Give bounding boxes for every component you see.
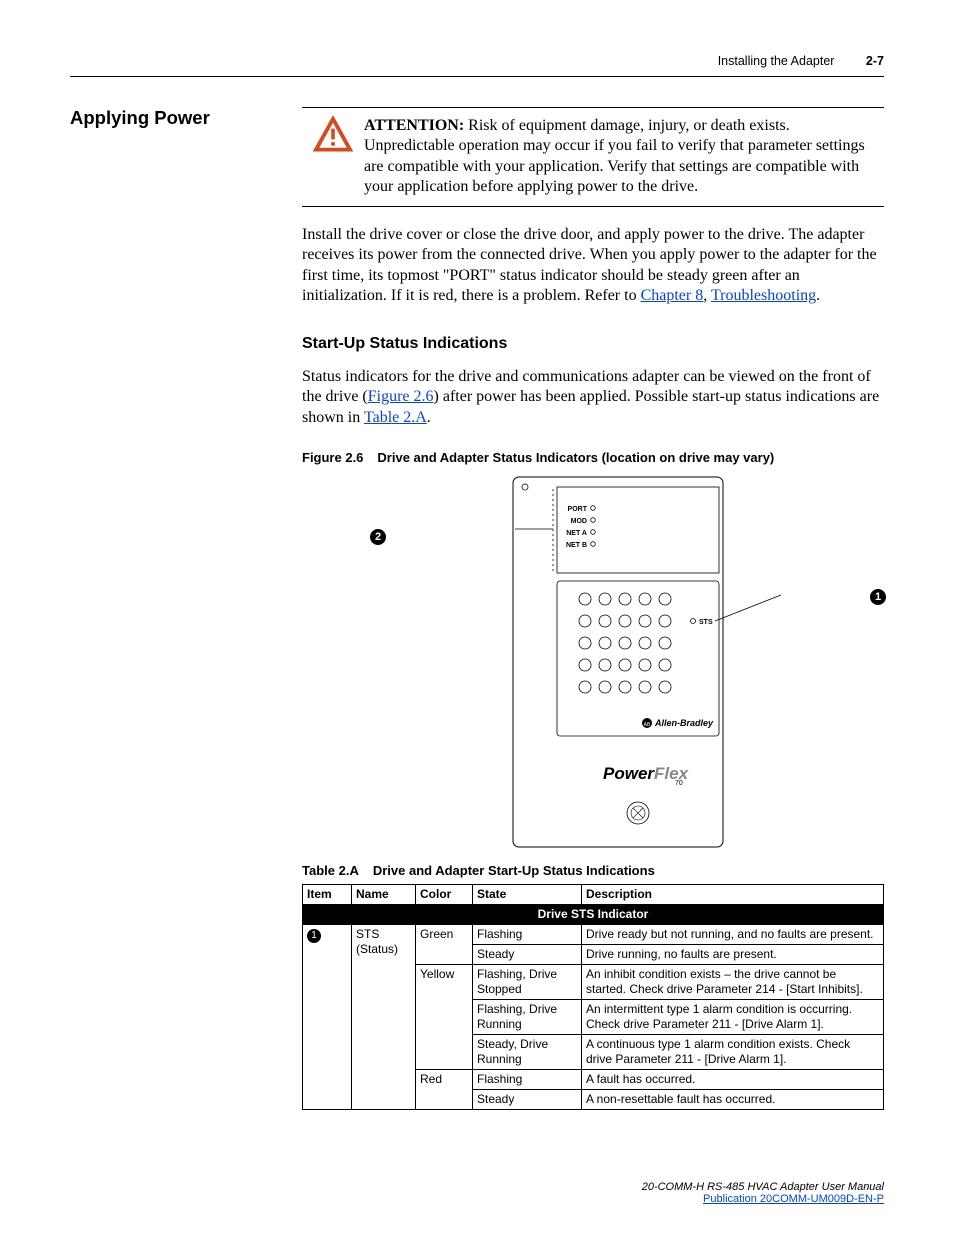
status-table: Item Name Color State Description Drive … — [302, 884, 884, 1110]
cell-state: Flashing, Drive Running — [473, 1000, 582, 1035]
cell-state: Flashing — [473, 925, 582, 945]
cell-color: Yellow — [416, 965, 473, 1070]
link-chapter-8[interactable]: Chapter 8 — [641, 287, 704, 304]
section-heading: Applying Power — [70, 107, 302, 129]
attention-box: ATTENTION: Risk of equipment damage, inj… — [302, 107, 884, 207]
svg-text:AB: AB — [644, 722, 651, 728]
cell-desc: Drive ready but not running, and no faul… — [582, 925, 884, 945]
page-footer: 20-COMM-H RS-485 HVAC Adapter User Manua… — [642, 1181, 884, 1205]
cell-item: 1 — [303, 925, 352, 1110]
footer-publication-link[interactable]: Publication 20COMM-UM009D-EN-P — [703, 1193, 884, 1205]
cell-state: Flashing, Drive Stopped — [473, 965, 582, 1000]
cell-color: Green — [416, 925, 473, 965]
callout-2: 2 — [370, 529, 386, 545]
figure-drive: 2 1 PORT MOD NET A — [302, 473, 884, 853]
callout-1: 1 — [870, 589, 886, 605]
svg-text:STS: STS — [699, 619, 713, 626]
svg-text:Allen-Bradley: Allen-Bradley — [654, 718, 714, 728]
cell-name: STS(Status) — [352, 925, 416, 1110]
cell-state: Flashing — [473, 1070, 582, 1090]
paragraph-install: Install the drive cover or close the dri… — [302, 225, 884, 307]
header-chapter: Installing the Adapter — [718, 54, 835, 68]
page-header: Installing the Adapter 2-7 — [70, 54, 884, 68]
paragraph-startup: Status indicators for the drive and comm… — [302, 367, 884, 428]
table-caption: Table 2.ADrive and Adapter Start-Up Stat… — [302, 863, 884, 878]
link-troubleshooting[interactable]: Troubleshooting — [711, 287, 816, 304]
link-table-2-a[interactable]: Table 2.A — [364, 409, 427, 426]
cell-desc: An inhibit condition exists – the drive … — [582, 965, 884, 1000]
table-header-row: Item Name Color State Description — [303, 885, 884, 905]
table-section-row: Drive STS Indicator — [303, 905, 884, 925]
svg-text:NET B: NET B — [566, 542, 587, 549]
cell-state: Steady, Drive Running — [473, 1035, 582, 1070]
th-description: Description — [582, 885, 884, 905]
cell-desc: Drive running, no faults are present. — [582, 945, 884, 965]
cell-state: Steady — [473, 945, 582, 965]
attention-icon — [302, 116, 364, 198]
svg-text:MOD: MOD — [571, 518, 587, 525]
cell-desc: A continuous type 1 alarm condition exis… — [582, 1035, 884, 1070]
svg-text:NET A: NET A — [566, 530, 587, 537]
footer-manual: 20-COMM-H RS-485 HVAC Adapter User Manua… — [642, 1181, 884, 1193]
attention-label: ATTENTION: — [364, 117, 464, 134]
figure-caption: Figure 2.6Drive and Adapter Status Indic… — [302, 450, 884, 465]
drive-illustration: PORT MOD NET A NET B — [433, 473, 793, 853]
svg-text:70: 70 — [675, 780, 683, 787]
th-item: Item — [303, 885, 352, 905]
header-page-number: 2-7 — [866, 54, 884, 68]
link-figure-2-6[interactable]: Figure 2.6 — [368, 388, 434, 405]
attention-text: ATTENTION: Risk of equipment damage, inj… — [364, 116, 884, 198]
cell-color: Red — [416, 1070, 473, 1110]
cell-desc: A fault has occurred. — [582, 1070, 884, 1090]
section-header: Drive STS Indicator — [303, 905, 884, 925]
table-row: 1 STS(Status) Green Flashing Drive ready… — [303, 925, 884, 945]
header-rule — [70, 76, 884, 77]
th-color: Color — [416, 885, 473, 905]
cell-desc: An intermittent type 1 alarm condition i… — [582, 1000, 884, 1035]
cell-desc: A non-resettable fault has occurred. — [582, 1090, 884, 1110]
cell-state: Steady — [473, 1090, 582, 1110]
th-name: Name — [352, 885, 416, 905]
subheading-startup: Start-Up Status Indications — [302, 335, 884, 353]
th-state: State — [473, 885, 582, 905]
svg-text:PORT: PORT — [568, 506, 588, 513]
